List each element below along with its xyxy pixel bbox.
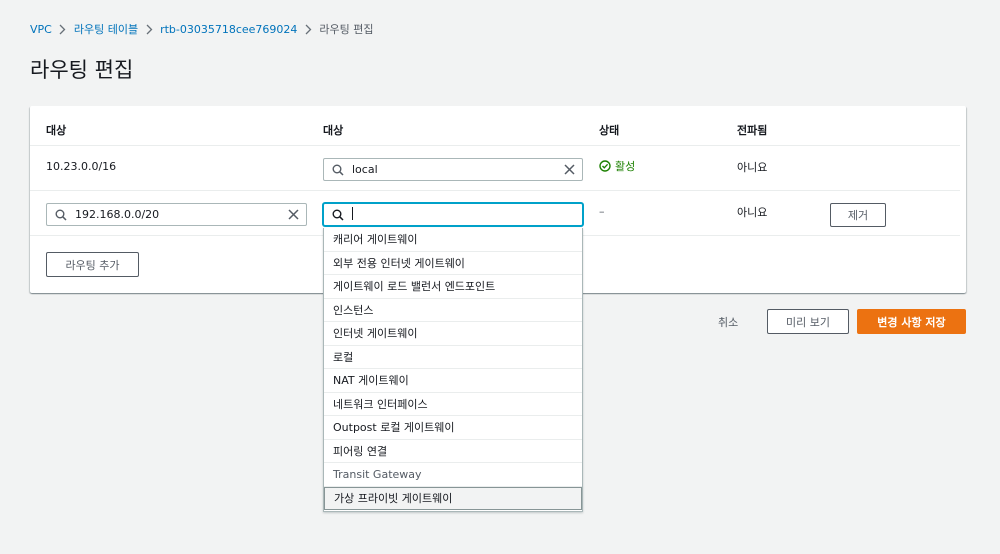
remove-button[interactable]: 제거 (830, 203, 886, 227)
preview-button[interactable]: 미리 보기 (767, 309, 849, 334)
save-changes-button[interactable]: 변경 사항 저장 (857, 309, 966, 334)
page-title: 라우팅 편집 (30, 58, 134, 82)
column-header-propagated: 전파됨 (737, 124, 768, 137)
dropdown-option-peering-connection[interactable]: 피어링 연결 (324, 440, 582, 463)
dropdown-option-outpost-local-gateway[interactable]: Outpost 로컬 게이트웨이 (324, 416, 582, 440)
search-icon (324, 164, 352, 176)
search-icon (47, 209, 75, 221)
breadcrumb-route-table-id[interactable]: rtb-03035718cee769024 (160, 23, 297, 36)
column-header-destination: 대상 (46, 124, 67, 137)
close-icon[interactable] (556, 164, 582, 175)
chevron-right-icon (297, 24, 319, 35)
dropdown-option-nat-gateway[interactable]: NAT 게이트웨이 (324, 369, 582, 393)
dropdown-option-transit-gateway[interactable]: Transit Gateway (324, 463, 582, 487)
row2-propagated: 아니요 (737, 206, 768, 219)
search-icon (324, 209, 352, 221)
row2-destination-value: 192.168.0.0/20 (75, 208, 160, 221)
row1-target-field[interactable]: local (323, 158, 583, 181)
breadcrumb-route-tables[interactable]: 라우팅 테이블 (74, 21, 138, 37)
dropdown-option-virtual-private-gateway[interactable]: 가상 프라이빗 게이트웨이 (324, 486, 582, 510)
row2-target-search-input[interactable] (323, 203, 583, 226)
row-divider (30, 145, 960, 146)
row1-destination: 10.23.0.0/16 (46, 160, 117, 173)
row-divider (30, 190, 960, 191)
dropdown-option-network-interface[interactable]: 네트워크 인터페이스 (324, 393, 582, 416)
status-badge: 활성 (599, 158, 635, 174)
column-header-status: 상태 (599, 124, 620, 137)
dropdown-option-carrier-gateway[interactable]: 캐리어 게이트웨이 (324, 228, 582, 252)
close-icon[interactable] (280, 209, 306, 220)
add-route-button[interactable]: 라우팅 추가 (46, 252, 139, 277)
check-circle-icon (599, 160, 611, 172)
chevron-right-icon (138, 24, 160, 35)
row1-propagated: 아니요 (737, 161, 768, 174)
cancel-button[interactable]: 취소 (718, 314, 738, 330)
dropdown-option-instance[interactable]: 인스턴스 (324, 299, 582, 322)
row2-status: – (599, 205, 605, 218)
breadcrumb: VPC 라우팅 테이블 rtb-03035718cee769024 라우팅 편집 (30, 20, 374, 38)
row2-destination-field[interactable]: 192.168.0.0/20 (46, 203, 307, 226)
status-text: 활성 (615, 160, 636, 173)
breadcrumb-current: 라우팅 편집 (319, 23, 374, 36)
dropdown-option-gateway-load-balancer-endpoint[interactable]: 게이트웨이 로드 밸런서 엔드포인트 (324, 275, 582, 299)
dropdown-option-local[interactable]: 로컬 (324, 346, 582, 369)
chevron-right-icon (52, 24, 74, 35)
target-type-dropdown: 캐리어 게이트웨이 외부 전용 인터넷 게이트웨이 게이트웨이 로드 밸런서 엔… (323, 228, 583, 512)
row1-target-value: local (352, 163, 378, 176)
dropdown-option-internet-gateway[interactable]: 인터넷 게이트웨이 (324, 322, 582, 346)
dropdown-option-egress-only-internet-gateway[interactable]: 외부 전용 인터넷 게이트웨이 (324, 252, 582, 275)
row2-target-value (352, 206, 582, 223)
column-header-target: 대상 (323, 124, 344, 137)
text-caret (352, 206, 353, 220)
breadcrumb-vpc[interactable]: VPC (30, 23, 52, 36)
